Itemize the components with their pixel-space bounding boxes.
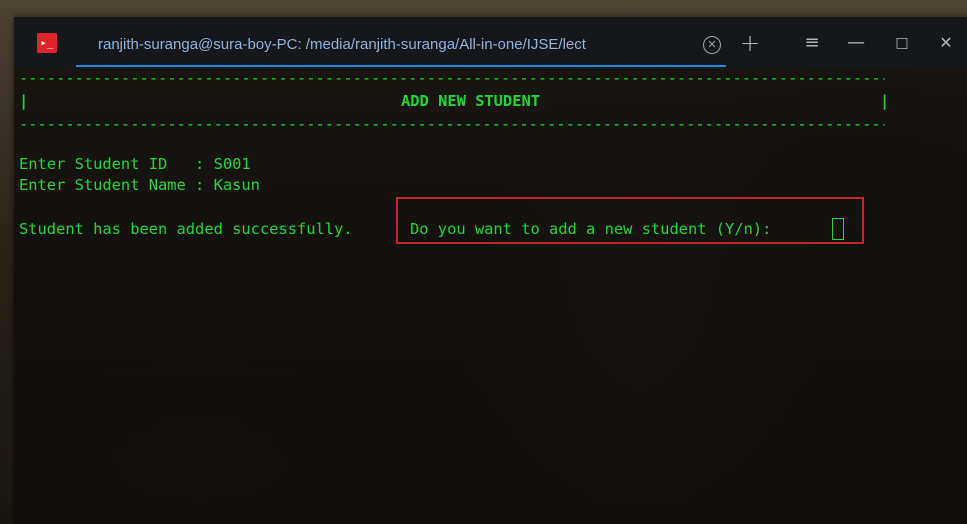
terminal-window: ▸_ ranjith-suranga@sura-boy-PC: /media/r… xyxy=(14,17,967,524)
menu-button[interactable]: ≡ xyxy=(799,31,825,55)
minimize-button[interactable]: — xyxy=(843,31,869,55)
border-line-top: ----------------------------------------… xyxy=(19,69,885,87)
prompt-highlight-box xyxy=(396,197,864,244)
terminal-output[interactable]: ----------------------------------------… xyxy=(14,69,967,524)
tab-close-icon[interactable]: ✕ xyxy=(703,36,721,54)
maximize-button[interactable]: □ xyxy=(889,31,915,55)
header-title: ADD NEW STUDENT xyxy=(401,92,540,110)
success-message: Student has been added successfully. xyxy=(19,220,353,238)
student-id-line: Enter Student ID : S001 xyxy=(19,155,251,173)
title-bar[interactable]: ▸_ ranjith-suranga@sura-boy-PC: /media/r… xyxy=(14,17,967,69)
header-right-bar: | xyxy=(880,92,890,110)
terminal-app-icon[interactable]: ▸_ xyxy=(37,33,57,53)
tab-title: ranjith-suranga@sura-boy-PC: /media/ranj… xyxy=(98,36,586,53)
border-line-bottom: ----------------------------------------… xyxy=(19,115,885,133)
terminal-tab[interactable]: ranjith-suranga@sura-boy-PC: /media/ranj… xyxy=(76,27,726,67)
header-left-bar: | xyxy=(19,92,29,110)
close-button[interactable]: ✕ xyxy=(933,31,959,55)
new-tab-button[interactable]: + xyxy=(737,31,763,55)
student-name-line: Enter Student Name : Kasun xyxy=(19,176,260,194)
